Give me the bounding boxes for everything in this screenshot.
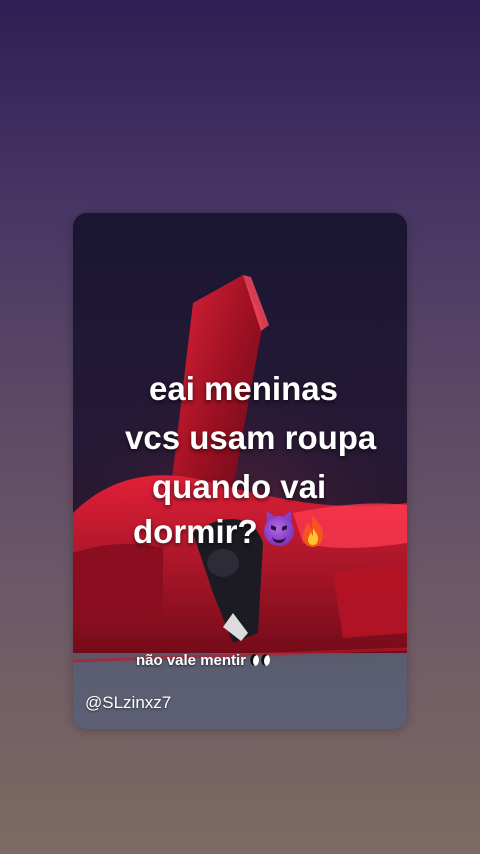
caption-line-4: dormir? xyxy=(133,512,326,552)
sub-caption-text: não vale mentir xyxy=(136,652,247,669)
caption-line-2: vcs usam roupa xyxy=(125,419,377,456)
caption-line-1: eai meninas xyxy=(149,370,338,407)
caption-line-3: quando vai xyxy=(152,468,327,505)
eyes-icon xyxy=(250,654,272,666)
smiling-devil-icon xyxy=(263,516,294,546)
story-card[interactable]: eai meninas vcs usam roupa quando vai do… xyxy=(73,213,407,729)
sub-caption: não vale mentir xyxy=(136,652,272,669)
fire-icon xyxy=(302,515,323,547)
username-watermark: @SLzinxz7 xyxy=(85,693,172,712)
caption-line-4-text: dormir? xyxy=(133,513,258,550)
